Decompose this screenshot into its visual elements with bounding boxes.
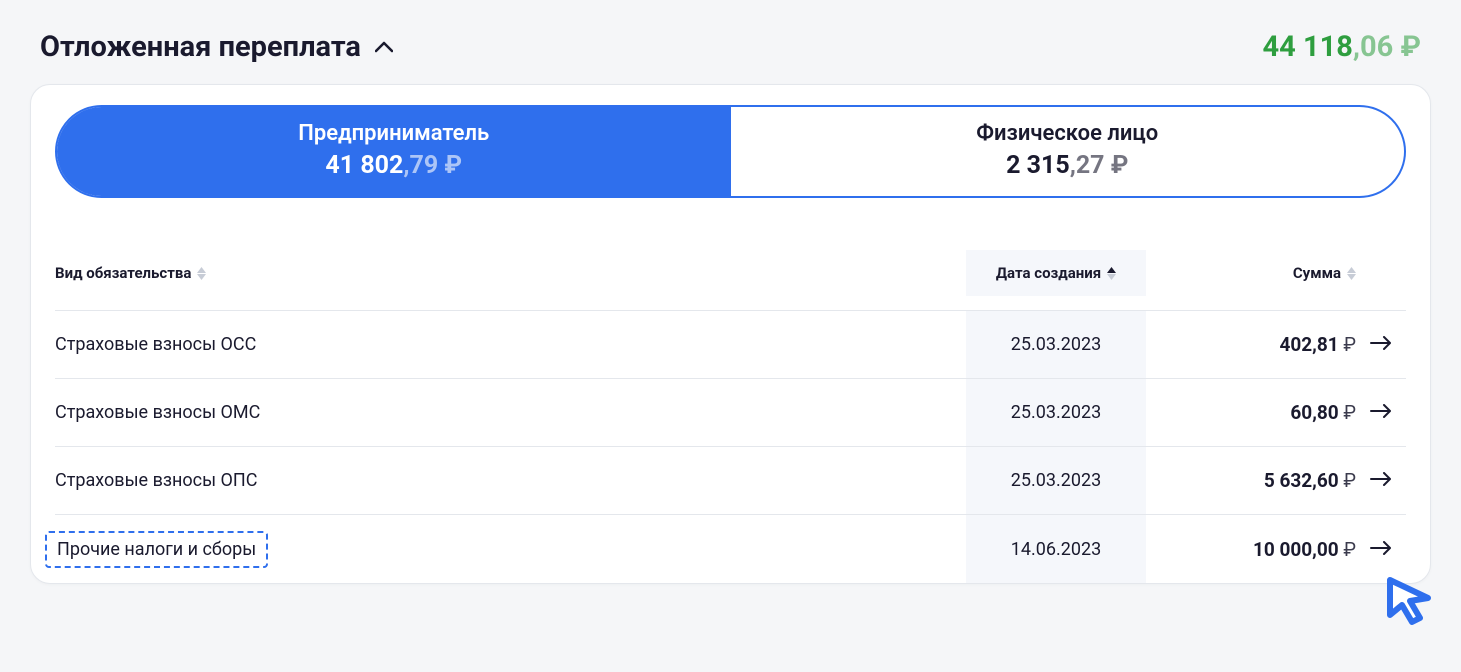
col-label: Дата создания [996,264,1101,282]
tab-amount-int: 41 802 [325,151,403,180]
section-title-wrap[interactable]: Отложенная переплата [40,30,393,64]
cell-sum: 10 000,00 ₽ [1146,538,1356,561]
tab-amount-dec: ,27 [1070,151,1105,180]
tab-amount-dec: ,79 [403,151,438,180]
tab-individual[interactable]: Физическое лицо 2 315,27 ₽ [731,107,1405,196]
cell-name: Страховые взносы ОПС [55,470,966,491]
sum-rub: ₽ [1339,401,1356,424]
cell-arrow[interactable] [1356,334,1406,355]
sum-rub: ₽ [1339,538,1356,561]
total-rub: ₽ [1393,30,1421,64]
sum-rub: ₽ [1339,469,1356,492]
arrow-right-icon [1370,541,1392,555]
tab-amount-rub: ₽ [1105,151,1129,180]
section-header: Отложенная переплата 44 118,06 ₽ [30,30,1431,64]
table-row[interactable]: Прочие налоги и сборы 14.06.2023 10 000,… [55,515,1406,583]
sum-val: 402,81 [1279,333,1338,356]
cell-arrow[interactable] [1356,470,1406,491]
tab-amount: 2 315,27 ₽ [731,150,1405,183]
cell-date: 25.03.2023 [966,311,1146,378]
section-title: Отложенная переплата [40,30,361,64]
sort-icon[interactable] [1347,267,1356,280]
cell-date: 25.03.2023 [966,379,1146,446]
tab-amount-int: 2 315 [1006,151,1070,180]
chevron-up-icon[interactable] [375,41,393,53]
sort-icon[interactable] [197,267,206,280]
cell-date: 25.03.2023 [966,447,1146,514]
sum-val: 5 632,60 [1264,469,1339,492]
col-label: Вид обязательства [55,264,191,282]
cell-name: Прочие налоги и сборы [55,531,966,568]
cell-arrow[interactable] [1356,539,1406,560]
cell-name: Страховые взносы ОМС [55,402,966,423]
col-sum-header[interactable]: Сумма [1146,264,1356,282]
cell-date: 14.06.2023 [966,515,1146,583]
tab-title: Физическое лицо [731,119,1405,150]
sum-rub: ₽ [1339,333,1356,356]
card: Предприниматель 41 802,79 ₽ Физическое л… [30,84,1431,584]
tab-entrepreneur[interactable]: Предприниматель 41 802,79 ₽ [57,107,731,196]
col-date-header[interactable]: Дата создания [966,250,1146,296]
table-row[interactable]: Страховые взносы ОМС 25.03.2023 60,80 ₽ [55,379,1406,447]
total-amount: 44 118,06 ₽ [1263,30,1422,64]
highlighted-name: Прочие налоги и сборы [45,531,268,568]
cell-sum: 5 632,60 ₽ [1146,469,1356,492]
tab-amount-rub: ₽ [438,151,462,180]
page-container: Отложенная переплата 44 118,06 ₽ Предпри… [30,30,1431,584]
sum-val: 10 000,00 [1253,538,1339,561]
arrow-right-icon [1370,336,1392,350]
table-row[interactable]: Страховые взносы ОПС 25.03.2023 5 632,60… [55,447,1406,515]
sort-icon[interactable] [1107,267,1116,280]
table-row[interactable]: Страховые взносы ОСС 25.03.2023 402,81 ₽ [55,311,1406,379]
tabs: Предприниматель 41 802,79 ₽ Физическое л… [55,105,1406,198]
total-dec: ,06 [1353,30,1393,64]
sum-val: 60,80 [1290,401,1338,424]
cell-sum: 60,80 ₽ [1146,401,1356,424]
total-int: 44 118 [1263,30,1353,64]
cell-sum: 402,81 ₽ [1146,333,1356,356]
tab-amount: 41 802,79 ₽ [57,150,731,183]
arrow-right-icon [1370,404,1392,418]
cell-name: Страховые взносы ОСС [55,334,966,355]
col-obligation-header[interactable]: Вид обязательства [55,264,966,282]
arrow-right-icon [1370,472,1392,486]
col-label: Сумма [1293,264,1341,282]
tab-title: Предприниматель [57,119,731,150]
cell-arrow[interactable] [1356,402,1406,423]
table-header: Вид обязательства Дата создания Сумма [55,236,1406,311]
obligations-table: Вид обязательства Дата создания Сумма [55,236,1406,583]
